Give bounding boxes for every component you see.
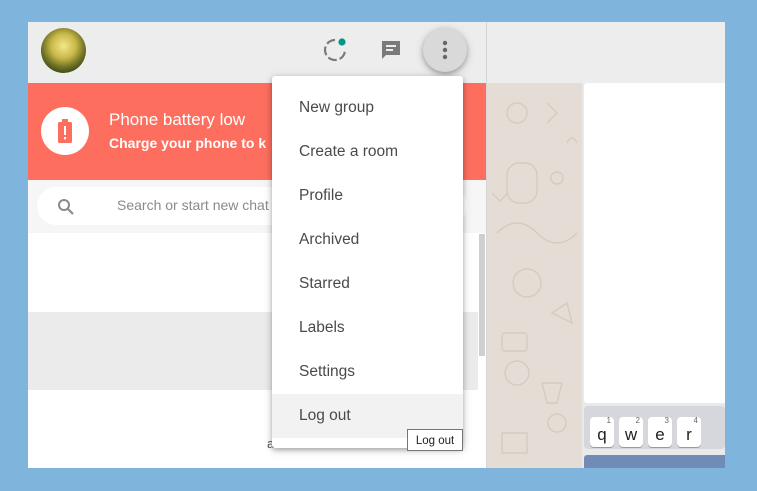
menu-item-starred[interactable]: Starred bbox=[272, 262, 463, 306]
phone-bottom-bar bbox=[584, 455, 725, 468]
menu-item-archived[interactable]: Archived bbox=[272, 218, 463, 262]
menu-item-labels[interactable]: Labels bbox=[272, 306, 463, 350]
profile-avatar[interactable] bbox=[41, 28, 86, 73]
doodle-pattern bbox=[491, 102, 578, 454]
log-out-tooltip: Log out bbox=[407, 429, 463, 451]
left-header bbox=[28, 22, 486, 83]
phone-keyboard: 1q 2w 3e 4r bbox=[584, 406, 725, 449]
key-q: 1q bbox=[590, 416, 614, 447]
chat-header bbox=[486, 22, 725, 83]
menu-item-profile[interactable]: Profile bbox=[272, 174, 463, 218]
key-w: 2w bbox=[619, 416, 643, 447]
status-icon[interactable] bbox=[321, 36, 349, 64]
new-chat-icon[interactable] bbox=[377, 36, 405, 64]
menu-item-new-group[interactable]: New group bbox=[272, 86, 463, 130]
phone-screen bbox=[584, 83, 725, 403]
menu-icon[interactable] bbox=[423, 28, 467, 72]
banner-title: Phone battery low bbox=[109, 110, 246, 129]
phone-preview: 1q 2w 3e 4r bbox=[582, 83, 725, 468]
banner-subtitle[interactable]: Charge your phone to k bbox=[109, 135, 266, 151]
key-e: 3e bbox=[648, 416, 672, 447]
battery-icon bbox=[41, 107, 89, 155]
chat-list-scrollbar[interactable] bbox=[479, 234, 485, 356]
key-r: 4r bbox=[677, 416, 701, 447]
search-icon bbox=[57, 198, 75, 221]
menu-item-create-room[interactable]: Create a room bbox=[272, 130, 463, 174]
menu-item-settings[interactable]: Settings bbox=[272, 350, 463, 394]
main-menu-dropdown: New group Create a room Profile Archived… bbox=[272, 76, 463, 448]
chat-background bbox=[486, 83, 583, 468]
